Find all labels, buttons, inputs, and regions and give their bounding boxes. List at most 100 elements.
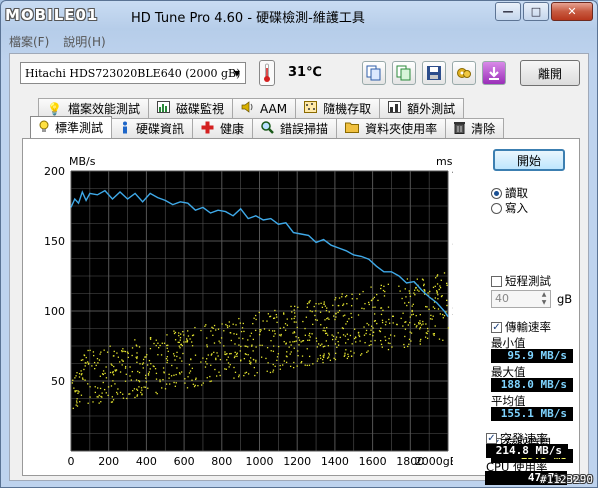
chevron-down-icon[interactable]: ▼ <box>229 63 245 83</box>
access-time-point <box>346 320 349 323</box>
tab-health[interactable]: 健康 <box>192 118 254 138</box>
x-tick-label: 1400 <box>321 455 349 468</box>
spin-arrows-icon[interactable]: ▲ ▼ <box>538 291 550 307</box>
access-time-point <box>87 402 89 404</box>
tab-info[interactable]: 硬碟資訊 <box>111 118 194 138</box>
short-test-checkbox[interactable]: 短程測試 <box>491 273 551 289</box>
access-time-point <box>324 319 326 321</box>
access-time-point <box>370 299 373 302</box>
access-time-point <box>168 377 170 379</box>
access-time-point <box>284 329 287 331</box>
access-time-point <box>233 333 235 335</box>
access-time-point <box>272 371 274 373</box>
access-time-point <box>179 339 181 341</box>
access-time-point <box>366 322 368 325</box>
access-time-point <box>373 296 376 299</box>
access-time-point <box>197 385 199 387</box>
access-time-point <box>181 360 183 362</box>
access-time-point <box>365 329 368 332</box>
maximize-button[interactable]: □ <box>523 2 549 21</box>
start-button[interactable]: 開始 <box>493 149 565 171</box>
menu-help[interactable]: 說明(H) <box>63 33 105 51</box>
access-time-point <box>98 402 100 404</box>
save-icon[interactable] <box>422 61 446 85</box>
access-time-point <box>372 306 374 308</box>
access-time-point <box>327 356 330 358</box>
access-time-point <box>359 293 361 295</box>
access-time-point <box>420 338 422 341</box>
access-time-point <box>368 301 370 304</box>
access-time-point <box>75 390 77 392</box>
short-test-size-input[interactable]: 40 ▲ ▼ <box>491 290 551 308</box>
disk-monitor-icon <box>156 101 170 116</box>
access-time-point <box>338 297 341 299</box>
download-icon[interactable] <box>482 61 506 85</box>
access-time-point <box>372 334 374 337</box>
access-time-point <box>426 337 429 339</box>
access-time-point <box>289 353 291 355</box>
tab-aam[interactable]: AAM <box>231 98 297 118</box>
access-time-point <box>260 356 263 358</box>
access-time-point <box>140 387 143 389</box>
access-time-point <box>334 318 336 321</box>
access-time-point <box>191 345 194 347</box>
access-time-point <box>110 385 113 387</box>
access-time-point <box>271 330 274 332</box>
tab-erase[interactable]: 清除 <box>445 118 505 138</box>
access-time-point <box>380 287 382 290</box>
options-icon[interactable] <box>452 61 476 85</box>
access-time-point <box>133 388 136 390</box>
menu-file[interactable]: 檔案(F) <box>9 33 49 51</box>
access-time-point <box>290 351 292 353</box>
access-time-point <box>286 324 289 326</box>
access-time-point <box>304 327 306 330</box>
access-time-point <box>259 344 261 346</box>
access-time-point <box>192 383 195 385</box>
access-time-point <box>322 356 325 359</box>
write-radio[interactable]: 寫入 <box>491 200 528 216</box>
access-time-point <box>319 344 322 347</box>
access-time-point <box>333 357 335 359</box>
access-time-point <box>89 396 91 398</box>
avg-value: 155.1 MB/s <box>491 407 573 421</box>
tab-disk-monitor[interactable]: 磁碟監視 <box>147 98 233 118</box>
read-radio[interactable]: 讀取 <box>491 185 528 201</box>
access-time-point <box>423 284 425 287</box>
access-time-point <box>136 394 139 396</box>
tab-benchmark[interactable]: 標準測試 <box>30 116 113 138</box>
access-time-point <box>233 356 236 359</box>
folder-usage-icon <box>345 121 360 136</box>
tab-error-scan[interactable]: 錯誤掃描 <box>252 118 338 138</box>
access-time-point <box>191 367 194 369</box>
access-time-point <box>99 387 102 390</box>
copy-screen-icon[interactable] <box>392 61 416 85</box>
access-time-point <box>325 310 328 312</box>
access-time-point <box>143 386 145 388</box>
access-time-point <box>140 391 142 394</box>
access-time-point <box>326 357 329 359</box>
short-test-label: 短程測試 <box>505 274 551 288</box>
exit-button[interactable]: 離開 <box>520 60 580 86</box>
close-button[interactable]: ✕ <box>551 2 593 21</box>
transfer-rate-checkbox[interactable]: ✓ 傳輸速率 <box>491 319 551 335</box>
tab-label: 資料夾使用率 <box>365 122 438 136</box>
access-time-point <box>384 324 387 326</box>
tab-extra-tests[interactable]: 額外測試 <box>379 98 465 118</box>
access-time-point <box>173 381 175 384</box>
tab-file-benchmark[interactable]: 💡 檔案效能測試 <box>38 98 149 118</box>
access-time-point <box>291 318 293 320</box>
access-time-point <box>166 356 168 358</box>
copy-info-icon[interactable] <box>362 61 386 85</box>
access-time-point <box>406 278 409 280</box>
access-time-point <box>188 364 191 366</box>
title-bar[interactable]: MOBILE01 HD Tune Pro 4.60 - 硬碟檢測-維護工具 — … <box>1 1 597 29</box>
minimize-button[interactable]: — <box>495 2 521 21</box>
access-time-point <box>187 330 189 332</box>
access-time-point <box>130 379 132 381</box>
drive-select[interactable]: Hitachi HDS723020BLE640 (2000 gB) ▼ <box>20 62 246 84</box>
tab-folder-usage[interactable]: 資料夾使用率 <box>336 118 447 138</box>
tab-random-access[interactable]: 隨機存取 <box>295 98 381 118</box>
access-time-point <box>432 286 435 289</box>
access-time-point <box>361 307 363 309</box>
access-time-point <box>178 332 180 334</box>
